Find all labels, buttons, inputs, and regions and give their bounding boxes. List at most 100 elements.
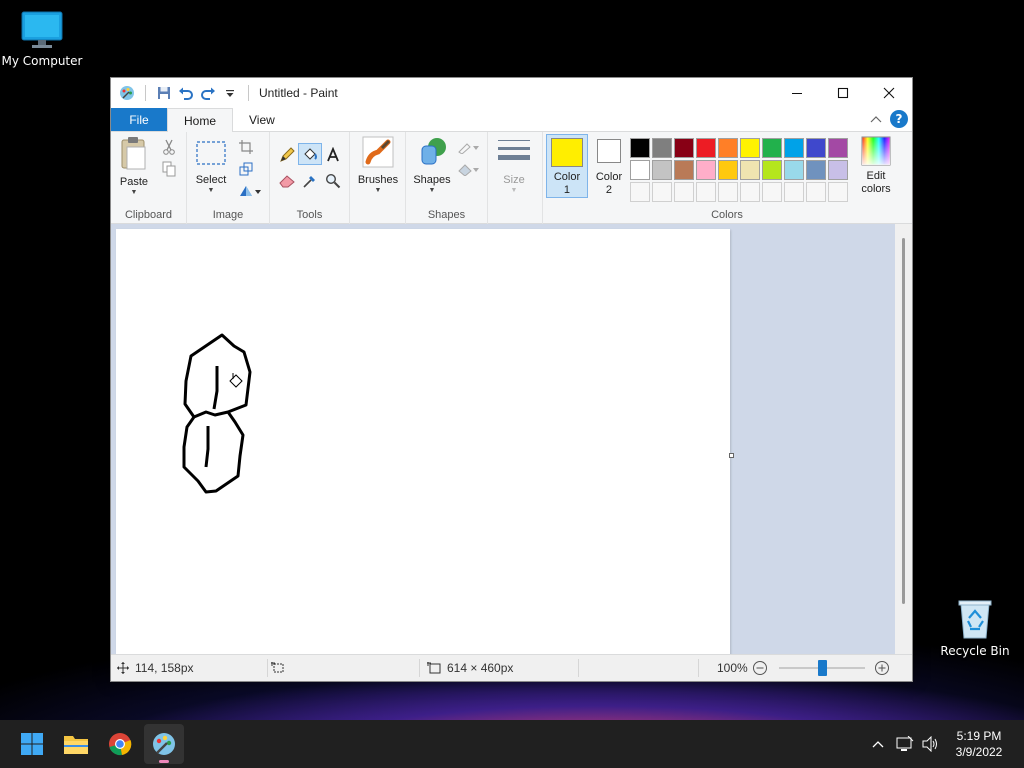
select-button[interactable]: Select ▼ bbox=[195, 136, 227, 195]
palette-custom-slot[interactable] bbox=[740, 182, 760, 202]
start-button[interactable] bbox=[12, 724, 52, 764]
collapse-ribbon-icon[interactable] bbox=[870, 114, 882, 124]
monitor-icon bbox=[21, 11, 63, 48]
paint-app-icon[interactable] bbox=[119, 85, 135, 101]
size-label: Size bbox=[503, 174, 525, 186]
palette-swatch[interactable] bbox=[674, 160, 694, 180]
show-hidden-icons-chevron-icon[interactable] bbox=[864, 740, 892, 748]
paste-button[interactable]: Paste ▼ bbox=[119, 136, 149, 197]
crop-icon[interactable] bbox=[237, 138, 255, 156]
palette-custom-slot[interactable] bbox=[828, 182, 848, 202]
palette-custom-slot[interactable] bbox=[696, 182, 716, 202]
desktop-icon-recycle-bin[interactable]: Recycle Bin bbox=[933, 598, 1017, 658]
size-button: Size ▼ bbox=[494, 136, 534, 195]
palette-swatch[interactable] bbox=[784, 138, 804, 158]
status-divider bbox=[578, 659, 579, 677]
color-picker-icon[interactable] bbox=[299, 170, 321, 192]
palette-swatch[interactable] bbox=[718, 160, 738, 180]
palette-swatch[interactable] bbox=[828, 138, 848, 158]
tab-file[interactable]: File bbox=[111, 108, 167, 131]
fill-bucket-icon[interactable] bbox=[298, 143, 322, 165]
drawing-canvas[interactable] bbox=[116, 229, 730, 656]
palette-custom-slot[interactable] bbox=[762, 182, 782, 202]
palette-custom-slot[interactable] bbox=[784, 182, 804, 202]
ribbon: Paste ▼ Clipboard Select ▼ Image Tools B… bbox=[111, 132, 912, 224]
zoom-in-button[interactable] bbox=[874, 655, 890, 681]
eraser-icon[interactable] bbox=[276, 170, 298, 192]
palette-swatch[interactable] bbox=[762, 160, 782, 180]
brushes-button[interactable]: Brushes ▼ bbox=[354, 136, 402, 195]
colors-group-label: Colors bbox=[711, 209, 743, 221]
desktop-icon-my-computer[interactable]: My Computer bbox=[0, 10, 84, 68]
palette-custom-slot[interactable] bbox=[806, 182, 826, 202]
save-icon[interactable] bbox=[156, 85, 172, 101]
zoom-in-icon bbox=[875, 661, 889, 675]
edit-colors-button[interactable]: Edit colors bbox=[853, 136, 899, 196]
selection-size bbox=[271, 655, 291, 681]
palette-swatch[interactable] bbox=[762, 138, 782, 158]
palette-swatch[interactable] bbox=[652, 160, 672, 180]
tab-view[interactable]: View bbox=[233, 108, 291, 131]
undo-icon[interactable] bbox=[178, 85, 194, 101]
color2-button[interactable]: Color 2 bbox=[590, 137, 628, 197]
palette-swatch[interactable] bbox=[630, 160, 650, 180]
palette-swatch[interactable] bbox=[740, 138, 760, 158]
palette-swatch[interactable] bbox=[696, 160, 716, 180]
tab-home[interactable]: Home bbox=[167, 108, 234, 132]
palette-swatch[interactable] bbox=[630, 138, 650, 158]
rotate-icon[interactable] bbox=[237, 182, 263, 200]
palette-custom-slot[interactable] bbox=[674, 182, 694, 202]
help-icon[interactable]: ? bbox=[890, 110, 908, 128]
text-tool-icon[interactable] bbox=[322, 144, 344, 166]
taskbar-chrome[interactable] bbox=[100, 724, 140, 764]
palette-custom-slot[interactable] bbox=[652, 182, 672, 202]
palette-swatch[interactable] bbox=[806, 160, 826, 180]
network-icon[interactable] bbox=[892, 736, 918, 752]
edit-colors-label: Edit colors bbox=[861, 170, 891, 195]
window-controls bbox=[774, 78, 912, 108]
cut-icon[interactable] bbox=[160, 138, 178, 156]
palette-custom-slot[interactable] bbox=[630, 182, 650, 202]
vertical-scrollbar[interactable] bbox=[895, 224, 912, 656]
scrollbar-thumb[interactable] bbox=[902, 238, 905, 604]
fill-icon[interactable] bbox=[456, 160, 482, 178]
palette-swatch[interactable] bbox=[696, 138, 716, 158]
canvas-resize-handle-right[interactable] bbox=[729, 453, 734, 458]
resize-icon[interactable] bbox=[237, 160, 255, 178]
close-button[interactable] bbox=[866, 78, 912, 108]
palette-swatch[interactable] bbox=[718, 138, 738, 158]
palette-swatch[interactable] bbox=[674, 138, 694, 158]
outline-icon[interactable] bbox=[456, 138, 482, 156]
ribbon-tabs: File Home View ? bbox=[111, 108, 912, 132]
windows-start-icon bbox=[21, 733, 43, 755]
palette-swatch[interactable] bbox=[828, 160, 848, 180]
shapes-button[interactable]: Shapes ▼ bbox=[410, 136, 454, 195]
canvas-workspace bbox=[111, 224, 912, 656]
zoom-out-button[interactable] bbox=[752, 655, 768, 681]
minimize-button[interactable] bbox=[774, 78, 820, 108]
shapes-group: Shapes ▼ Shapes bbox=[406, 132, 488, 224]
palette-swatch[interactable] bbox=[784, 160, 804, 180]
taskbar-file-explorer[interactable] bbox=[56, 724, 96, 764]
copy-icon[interactable] bbox=[160, 160, 178, 178]
palette-swatch[interactable] bbox=[652, 138, 672, 158]
volume-icon[interactable] bbox=[918, 736, 944, 752]
magnifier-icon[interactable] bbox=[322, 170, 344, 192]
pencil-icon[interactable] bbox=[276, 144, 298, 166]
zoom-slider-thumb[interactable] bbox=[817, 660, 827, 676]
palette-swatch[interactable] bbox=[740, 160, 760, 180]
redo-icon[interactable] bbox=[200, 85, 216, 101]
brushes-label: Brushes bbox=[357, 174, 399, 186]
size-lines-icon bbox=[498, 140, 530, 160]
clock[interactable]: 5:19 PM 3/9/2022 bbox=[944, 728, 1014, 760]
palette-swatch[interactable] bbox=[806, 138, 826, 158]
cursor-position-text: 114, 158px bbox=[135, 661, 194, 675]
palette-custom-slot[interactable] bbox=[718, 182, 738, 202]
taskbar-paint[interactable] bbox=[144, 724, 184, 764]
maximize-button[interactable] bbox=[820, 78, 866, 108]
color1-button[interactable]: Color 1 bbox=[546, 134, 588, 198]
customize-qa-chevron-icon[interactable] bbox=[222, 85, 238, 101]
cursor-position: 114, 158px bbox=[117, 655, 194, 681]
paint-window: Untitled - Paint File Home View ? Paste … bbox=[110, 77, 913, 682]
active-app-indicator bbox=[159, 760, 169, 763]
